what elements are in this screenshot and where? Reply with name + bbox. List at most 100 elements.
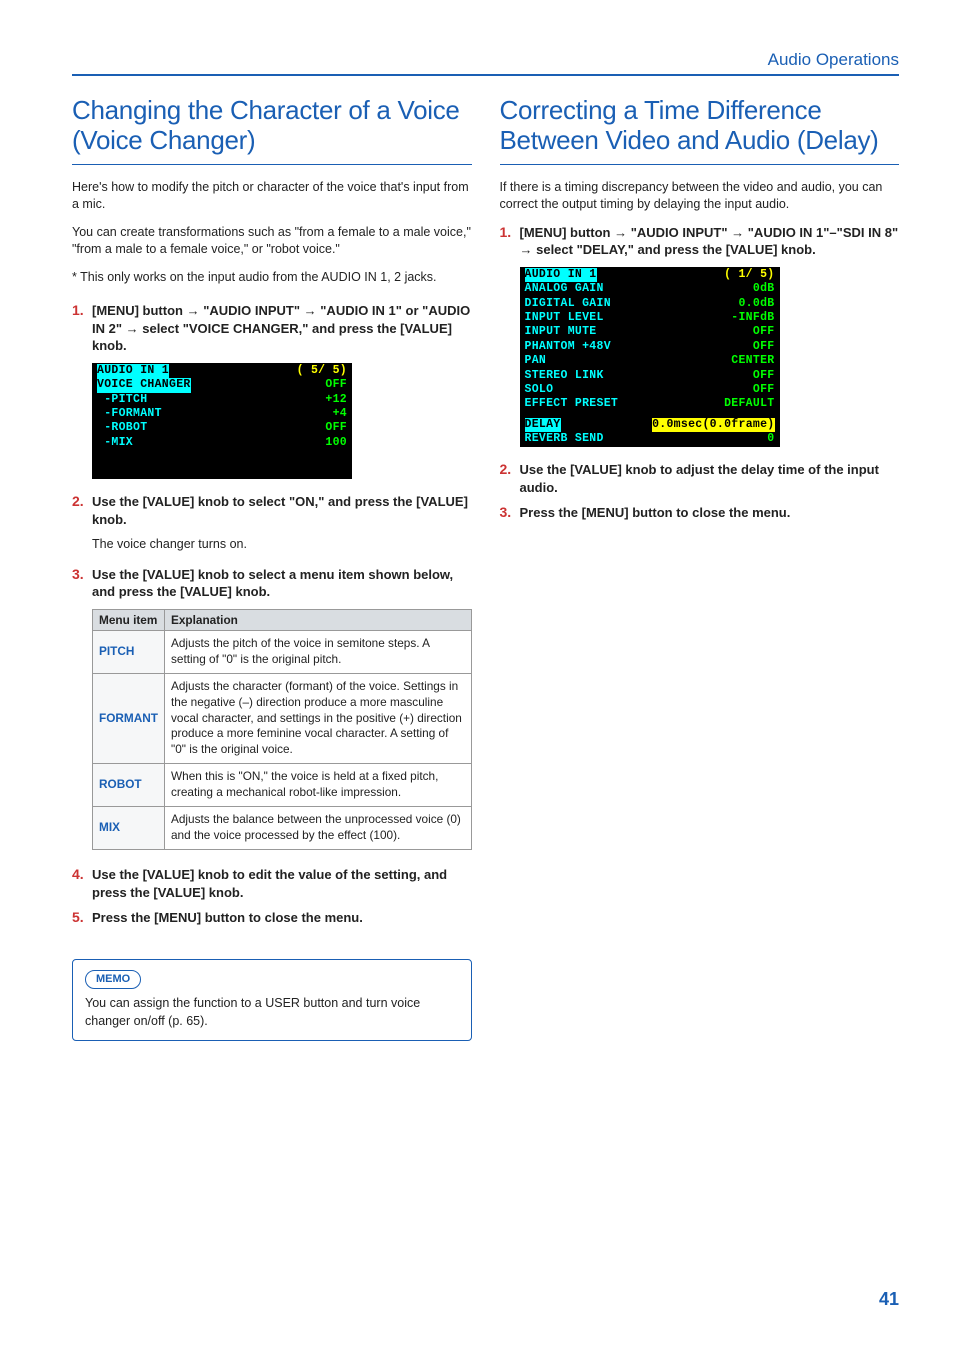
step-body: [MENU] button → "AUDIO INPUT" → "AUDIO I… [92, 302, 472, 355]
lcd-label: DELAY [525, 418, 561, 432]
t: Use the [VALUE] knob to select a menu it… [92, 567, 453, 600]
lcd-value: 0.0msec(0.0frame) [652, 418, 774, 432]
lcd-label: ANALOG GAIN [525, 282, 604, 296]
lcd-value: -INFdB [731, 311, 774, 325]
vc-intro-1: Here's how to modify the pitch or charac… [72, 179, 472, 214]
lcd-value: OFF [753, 369, 775, 383]
step-number: 2. [72, 493, 86, 528]
vc-param-table: Menu item Explanation PITCH Adjusts the … [92, 609, 472, 850]
page-number: 41 [879, 1289, 899, 1310]
t: Use the [VALUE] knob to edit the value o… [92, 867, 447, 900]
vc-step-4: 4. Use the [VALUE] knob to edit the valu… [72, 866, 472, 901]
param-desc: Adjusts the pitch of the voice in semito… [165, 630, 472, 673]
lcd-value: OFF [753, 325, 775, 339]
content-columns: Changing the Character of a Voice (Voice… [72, 96, 899, 1041]
arrow-right-icon: → [126, 320, 139, 338]
param-name: ROBOT [93, 764, 165, 807]
step-number: 4. [72, 866, 86, 901]
lcd-value: OFF [325, 421, 347, 435]
step-body: Use the [VALUE] knob to select "ON," and… [92, 493, 472, 528]
lcd-value: OFF [753, 340, 775, 354]
t: "AUDIO INPUT" [200, 303, 304, 318]
step-number: 1. [500, 224, 514, 259]
step-body: [MENU] button → "AUDIO INPUT" → "AUDIO I… [520, 224, 900, 259]
arrow-right-icon: → [187, 302, 200, 320]
table-header-row: Menu item Explanation [93, 609, 472, 630]
lcd-label: DIGITAL GAIN [525, 297, 611, 311]
arrow-right-icon: → [731, 224, 744, 242]
vc-intro-2: You can create transformations such as "… [72, 224, 472, 259]
t: Use the [VALUE] knob to select "ON," and… [92, 494, 468, 527]
t: select "VOICE CHANGER," and press the [V… [92, 321, 452, 354]
voice-changer-title: Changing the Character of a Voice (Voice… [72, 96, 472, 165]
header-section-title: Audio Operations [768, 50, 899, 69]
param-desc: Adjusts the balance between the unproces… [165, 807, 472, 850]
memo-badge: MEMO [85, 970, 141, 989]
lcd-label: -ROBOT [97, 421, 147, 435]
step-body: Use the [VALUE] knob to edit the value o… [92, 866, 472, 901]
step-body: Press the [MENU] button to close the men… [92, 909, 472, 927]
t: "AUDIO IN 1"–"SDI IN 8" [744, 225, 898, 240]
left-column: Changing the Character of a Voice (Voice… [72, 96, 472, 1041]
t: Use the [VALUE] knob to adjust the delay… [520, 462, 879, 495]
step-number: 5. [72, 909, 86, 927]
delay-lcd-screenshot: AUDIO IN 1 ( 1/ 5) ANALOG GAIN 0dB DIGITAL… [520, 267, 780, 448]
t: select "DELAY," and press the [VALUE] kn… [533, 242, 816, 257]
delay-step-2: 2. Use the [VALUE] knob to adjust the de… [500, 461, 900, 496]
lcd-value: OFF [325, 378, 347, 392]
lcd-label: INPUT MUTE [525, 325, 597, 339]
param-name: PITCH [93, 630, 165, 673]
memo-box: MEMO You can assign the function to a US… [72, 959, 472, 1041]
th-explanation: Explanation [165, 609, 472, 630]
delay-intro: If there is a timing discrepancy between… [500, 179, 900, 214]
table-row: MIX Adjusts the balance between the unpr… [93, 807, 472, 850]
th-menu-item: Menu item [93, 609, 165, 630]
table-row: FORMANT Adjusts the character (formant) … [93, 673, 472, 764]
param-desc: When this is "ON," the voice is held at … [165, 764, 472, 807]
t: Press the [MENU] button to close the men… [92, 910, 363, 925]
vc-step-3: 3. Use the [VALUE] knob to select a menu… [72, 566, 472, 601]
lcd-value: 0 [767, 432, 774, 446]
header-bar: Audio Operations [72, 50, 899, 76]
vc-note: * This only works on the input audio fro… [72, 269, 472, 287]
lcd-label: SOLO [525, 383, 554, 397]
step-number: 2. [500, 461, 514, 496]
param-desc: Adjusts the character (formant) of the v… [165, 673, 472, 764]
arrow-right-icon: → [520, 241, 533, 259]
param-name: MIX [93, 807, 165, 850]
arrow-right-icon: → [614, 224, 627, 242]
delay-title: Correcting a Time Difference Between Vid… [500, 96, 900, 165]
t: "AUDIO INPUT" [627, 225, 731, 240]
lcd-value: +12 [325, 393, 347, 407]
arrow-right-icon: → [304, 302, 317, 320]
lcd-title: AUDIO IN 1 [97, 364, 169, 378]
lcd-page: ( 1/ 5) [724, 268, 774, 282]
param-name: FORMANT [93, 673, 165, 764]
step-number: 1. [72, 302, 86, 355]
step-body: Press the [MENU] button to close the men… [520, 504, 900, 522]
lcd-value: OFF [753, 383, 775, 397]
lcd-title: AUDIO IN 1 [525, 268, 597, 282]
lcd-label: PAN [525, 354, 547, 368]
lcd-value: CENTER [731, 354, 774, 368]
table-row: PITCH Adjusts the pitch of the voice in … [93, 630, 472, 673]
lcd-value: 100 [325, 436, 347, 450]
lcd-label: INPUT LEVEL [525, 311, 604, 325]
memo-text: You can assign the function to a USER bu… [85, 995, 459, 1030]
step-number: 3. [72, 566, 86, 601]
vc-step-2: 2. Use the [VALUE] knob to select "ON," … [72, 493, 472, 528]
lcd-label: -MIX [97, 436, 133, 450]
delay-step-1: 1. [MENU] button → "AUDIO INPUT" → "AUDI… [500, 224, 900, 259]
lcd-value: 0dB [753, 282, 775, 296]
vc-step-5: 5. Press the [MENU] button to close the … [72, 909, 472, 927]
lcd-label: -FORMANT [97, 407, 162, 421]
lcd-value: 0.0dB [738, 297, 774, 311]
lcd-value: +4 [333, 407, 347, 421]
step-body: Use the [VALUE] knob to select a menu it… [92, 566, 472, 601]
lcd-page: ( 5/ 5) [297, 364, 347, 378]
lcd-label: STEREO LINK [525, 369, 604, 383]
t: [MENU] button [520, 225, 615, 240]
t: [MENU] button [92, 303, 187, 318]
table-row: ROBOT When this is "ON," the voice is he… [93, 764, 472, 807]
lcd-label: EFFECT PRESET [525, 397, 619, 411]
